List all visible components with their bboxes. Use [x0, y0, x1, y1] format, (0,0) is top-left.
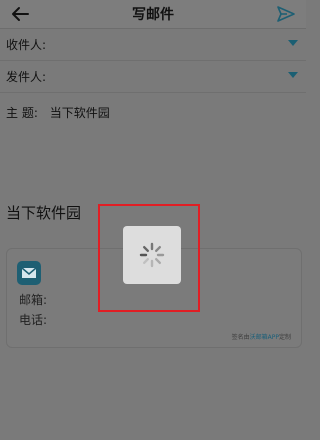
footer-prefix: 签名由 — [231, 334, 250, 341]
loading-dialog — [123, 226, 181, 284]
footer-suffix: 定制 — [278, 334, 291, 341]
sender-label: 发件人: — [6, 70, 47, 84]
subject-value[interactable]: 当下软件园 — [50, 106, 110, 120]
loading-spinner-icon — [139, 242, 165, 268]
phone-label: 电话: — [19, 313, 48, 327]
mail-icon — [17, 261, 41, 285]
subject-label: 主 题: — [6, 106, 38, 120]
sender-dropdown-icon[interactable] — [288, 72, 298, 78]
page-title: 写邮件 — [132, 7, 174, 23]
paper-plane-icon — [277, 6, 295, 22]
subject-field[interactable]: 主 题: 当下软件园 — [6, 104, 110, 121]
email-label: 邮箱: — [19, 293, 48, 307]
recipient-label: 收件人: — [6, 38, 47, 52]
recipient-dropdown-icon[interactable] — [288, 40, 298, 46]
app-header: 写邮件 — [0, 0, 306, 29]
send-button[interactable] — [276, 4, 296, 24]
recipient-row[interactable]: 收件人: — [0, 28, 306, 61]
signature-title: 当下软件园 — [6, 204, 82, 222]
sender-row[interactable]: 发件人: — [0, 60, 306, 93]
signature-footer: 签名由沃邮箱APP定制 — [232, 332, 291, 341]
footer-link[interactable]: 沃邮箱APP — [250, 334, 279, 341]
